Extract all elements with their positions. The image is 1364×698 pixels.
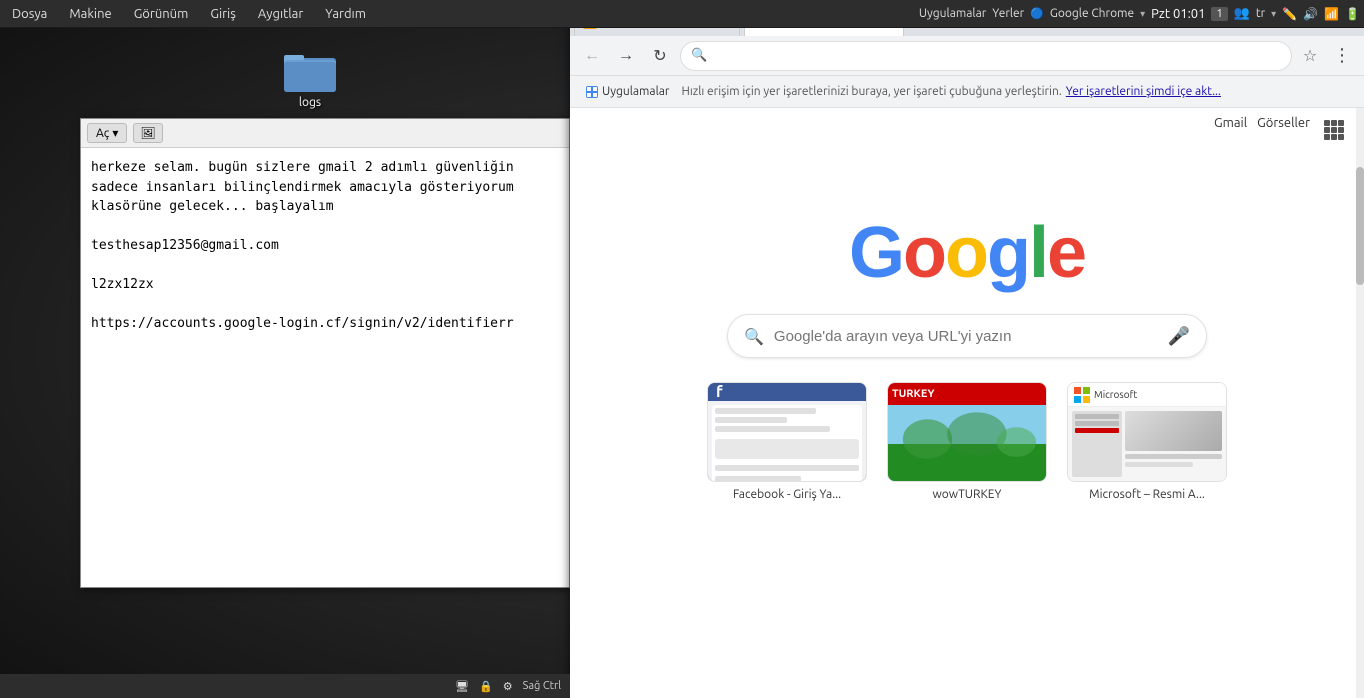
wow-image (888, 405, 1046, 481)
address-bar[interactable]: 🔍 (680, 41, 1292, 71)
wowturkey-thumbnail: TURKEY (887, 382, 1047, 482)
google-search-container: 🔍 🎤 (727, 314, 1207, 358)
taskbar-bottom: 🖥 🔒 ⚙ Sağ Ctrl (0, 674, 570, 698)
bookmark-import-link[interactable]: Yer işaretlerini şimdi içe akt... (1066, 85, 1221, 98)
network-icon[interactable]: 📶 (1324, 7, 1339, 21)
lang-dropdown: ▾ (1271, 8, 1276, 20)
image-button[interactable]: 🖼 (133, 123, 162, 143)
text-editor-content[interactable]: herkeze selam. bugün sizlere gmail 2 adı… (81, 148, 569, 587)
menu-dosya[interactable]: Dosya (4, 5, 55, 23)
wowturkey-thumb-graphic: TURKEY (888, 383, 1046, 481)
menu-yardim[interactable]: Yardım (317, 5, 374, 23)
menu-giris[interactable]: Giriş (202, 5, 244, 23)
bookmark-star[interactable]: ☆ (1298, 44, 1322, 68)
text-editor-window: Aç ▾ 🖼 herkeze selam. bugün sizlere gmai… (80, 118, 570, 588)
quick-links: f (687, 382, 1247, 501)
microsoft-label: Microsoft – Resmi A... (1089, 488, 1205, 501)
sys-tray: 🖥 🔒 ⚙ Sağ Ctrl (452, 680, 564, 693)
facebook-label: Facebook - Giriş Ya... (733, 488, 841, 501)
quick-link-wowturkey[interactable]: TURKEY wowTURKEY (887, 382, 1047, 501)
microsoft-thumbnail: Microsoft (1067, 382, 1227, 482)
google-logo: Google (849, 212, 1085, 294)
shield-tray-icon[interactable]: 🔒 (476, 680, 496, 693)
lang-indicator[interactable]: tr (1256, 7, 1265, 20)
taskbar-dropdown-icon: ▾ (1140, 8, 1145, 20)
logs-folder-icon[interactable]: logs (270, 50, 350, 109)
facebook-thumb-graphic: f (708, 383, 866, 481)
chrome-taskbar-label[interactable]: Google Chrome (1050, 7, 1134, 20)
bookmark-description: Hızlı erişim için yer işaretlerinizi bur… (681, 85, 1061, 98)
taskbar-top-right: Uygulamalar Yerler 🔵 Google Chrome ▾ Pzt… (919, 6, 1360, 21)
reload-button[interactable]: ↻ (646, 42, 674, 70)
wow-header: TURKEY (888, 383, 1046, 405)
menu-aygitlar[interactable]: Aygıtlar (250, 5, 311, 23)
network-tray-icon[interactable]: 🖥 (452, 680, 472, 693)
wowturkey-label: wowTURKEY (933, 488, 1002, 501)
menu-gorunum[interactable]: Görünüm (126, 5, 197, 23)
volume-icon[interactable]: 🔊 (1303, 7, 1318, 21)
images-link[interactable]: Görseller (1257, 116, 1310, 144)
fb-body (708, 401, 866, 482)
image-icon: 🖼 (140, 127, 155, 140)
chrome-menu-button[interactable]: ⋮ (1328, 42, 1356, 70)
gmail-link[interactable]: Gmail (1214, 116, 1247, 144)
clock: Pzt 01:01 (1151, 7, 1205, 21)
top-menu-left: Dosya Makine Görünüm Giriş Aygıtlar Yard… (4, 5, 374, 23)
taskbar-app-icon: Uygulamalar (919, 7, 986, 20)
google-search-input[interactable] (774, 328, 1158, 345)
chrome-window: ✉ Temp-Mails | Geçic... ✕ Yeni Sekme ✕ 👤… (570, 0, 1364, 698)
folder-label: logs (299, 96, 321, 109)
workspace-badge[interactable]: 1 (1211, 7, 1227, 21)
search-icon: 🔍 (744, 327, 764, 346)
address-bar-icon: 🔍 (691, 48, 707, 63)
forward-button[interactable]: → (612, 42, 640, 70)
folder-graphic (284, 50, 336, 92)
microphone-icon[interactable]: 🎤 (1168, 326, 1190, 347)
ms-body (1068, 407, 1226, 481)
address-input[interactable] (713, 48, 1281, 63)
menu-makine[interactable]: Makine (61, 5, 119, 23)
ms-header: Microsoft (1068, 383, 1226, 407)
chrome-new-tab-page: Gmail Görseller Google (570, 108, 1364, 698)
google-apps-button[interactable] (1320, 116, 1348, 144)
facebook-thumbnail: f (707, 382, 867, 482)
bookmarks-bar: Uygulamalar Hızlı erişim için yer işaret… (570, 76, 1364, 108)
microsoft-thumb-graphic: Microsoft (1068, 383, 1226, 481)
fb-header: f (708, 383, 866, 401)
chrome-scrollbar[interactable] (1356, 108, 1364, 698)
taskbar-top: Dosya Makine Görünüm Giriş Aygıtlar Yard… (0, 0, 1364, 28)
apps-dot-icon (586, 86, 598, 98)
open-dropdown-icon: ▾ (112, 126, 118, 140)
host-ctrl-label: Sağ Ctrl (520, 680, 564, 692)
battery-icon: 🔋 (1345, 7, 1360, 21)
quick-link-microsoft[interactable]: Microsoft (1067, 382, 1227, 501)
google-search-bar[interactable]: 🔍 🎤 (727, 314, 1207, 358)
back-button[interactable]: ← (578, 42, 606, 70)
taskbar-places[interactable]: Yerler (992, 7, 1024, 20)
text-editor-toolbar: Aç ▾ 🖼 (81, 119, 569, 148)
settings-tray-icon[interactable]: ⚙ (500, 680, 516, 693)
open-label: Aç (96, 127, 109, 140)
users-icon: 👥 (1234, 6, 1250, 21)
chrome-user-bar: Gmail Görseller (570, 108, 1364, 152)
bookmark-apps[interactable]: Uygulamalar (578, 82, 677, 101)
chrome-scrollbar-thumb[interactable] (1356, 167, 1364, 285)
chrome-toolbar: ← → ↻ 🔍 ☆ ⋮ (570, 36, 1364, 76)
bookmark-apps-label: Uygulamalar (602, 85, 669, 98)
quick-link-facebook[interactable]: f (707, 382, 867, 501)
record-icon: ✏️ (1282, 7, 1297, 21)
open-button[interactable]: Aç ▾ (87, 123, 127, 143)
